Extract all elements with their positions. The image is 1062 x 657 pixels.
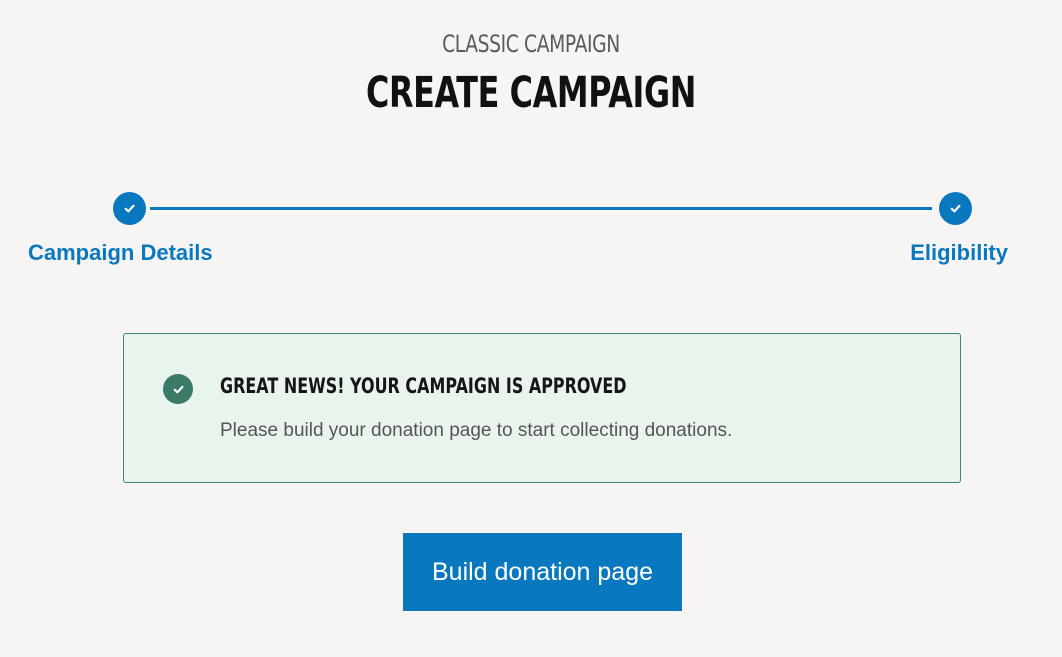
step-eligibility-indicator xyxy=(939,192,972,225)
build-donation-page-button[interactable]: Build donation page xyxy=(403,533,682,611)
page-title: CREATE CAMPAIGN xyxy=(366,68,696,118)
alert-title: GREAT NEWS! YOUR CAMPAIGN IS APPROVED xyxy=(220,374,627,398)
check-icon xyxy=(173,385,183,393)
alert-message: Please build your donation page to start… xyxy=(220,420,733,441)
check-icon xyxy=(124,204,135,213)
step-campaign-details-indicator xyxy=(113,192,146,225)
page-eyebrow: CLASSIC CAMPAIGN xyxy=(442,30,620,58)
step-campaign-details-label: Campaign Details xyxy=(28,240,213,265)
check-circle-icon xyxy=(163,374,193,404)
stepper-connector-line xyxy=(150,207,932,210)
step-eligibility-label: Eligibility xyxy=(910,240,1008,265)
check-icon xyxy=(950,204,961,213)
approval-success-alert: GREAT NEWS! YOUR CAMPAIGN IS APPROVED Pl… xyxy=(123,333,961,483)
